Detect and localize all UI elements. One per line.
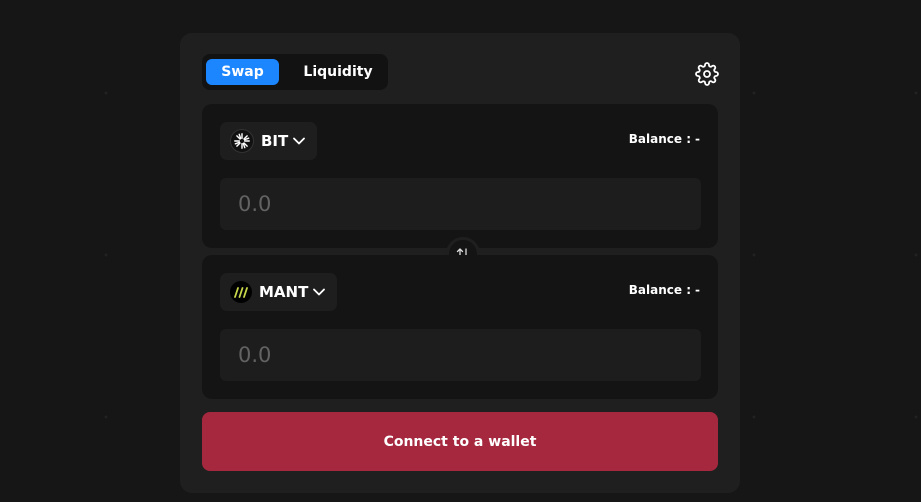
from-amount-input[interactable]	[220, 178, 701, 230]
to-balance-value: -	[695, 283, 700, 297]
swap-card: Swap Liquidity BIT Balance: - 0.0 MANT …	[180, 33, 740, 493]
connect-wallet-button[interactable]: Connect to a wallet	[202, 412, 718, 471]
bit-token-logo	[230, 129, 254, 153]
mant-token-logo	[230, 281, 252, 303]
to-token-symbol: MANT	[259, 283, 309, 301]
tab-group: Swap Liquidity	[202, 54, 388, 90]
to-panel: MANT Balance : -	[202, 255, 718, 399]
tab-liquidity[interactable]: Liquidity	[298, 59, 378, 85]
from-panel: BIT Balance : -	[202, 104, 718, 248]
from-balance-value: -	[695, 132, 700, 146]
tab-swap[interactable]: Swap	[206, 59, 279, 85]
to-balance-label: Balance :	[628, 283, 692, 297]
to-token-selector[interactable]: MANT	[220, 273, 338, 311]
from-balance: Balance : -	[629, 132, 700, 146]
from-token-symbol: BIT	[261, 132, 289, 150]
to-amount-input[interactable]	[220, 329, 701, 381]
to-balance: Balance : -	[629, 283, 700, 297]
chevron-down-icon	[313, 286, 326, 299]
from-token-selector[interactable]: BIT	[220, 122, 318, 160]
from-balance-label: Balance :	[628, 132, 692, 146]
gear-icon[interactable]	[695, 62, 719, 86]
chevron-down-icon	[293, 135, 306, 148]
